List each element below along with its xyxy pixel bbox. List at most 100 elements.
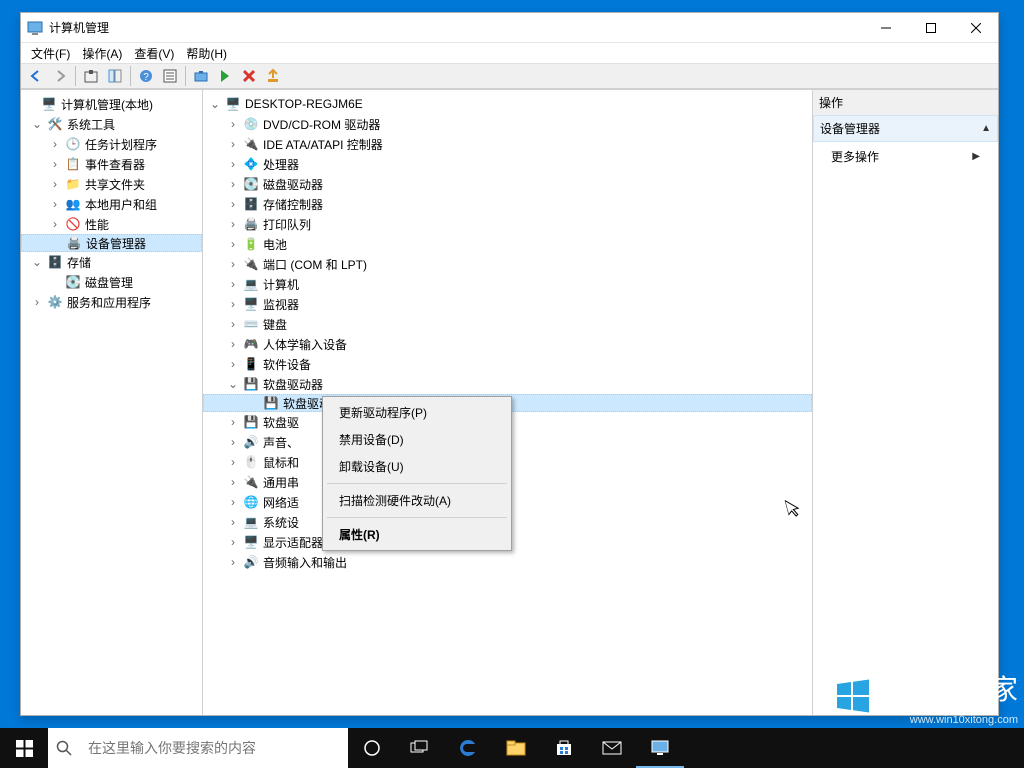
context-menu: 更新驱动程序(P) 禁用设备(D) 卸载设备(U) 扫描检测硬件改动(A) 属性… [322, 396, 512, 551]
printer-icon: 🖨️ [243, 216, 259, 232]
computer-mgmt-icon: 🖥️ [41, 96, 57, 112]
floppy-ctrl-icon: 💾 [243, 376, 259, 392]
cm-scan[interactable]: 扫描检测硬件改动(A) [325, 487, 509, 514]
cm-separator [327, 483, 507, 484]
actions-section[interactable]: 设备管理器 ▲ [813, 115, 998, 142]
pc-icon: 💻 [243, 276, 259, 292]
back-button[interactable] [25, 65, 47, 87]
device-cpu[interactable]: 💠处理器 [203, 154, 812, 174]
device-dvd[interactable]: 💿DVD/CD-ROM 驱动器 [203, 114, 812, 134]
services-icon: ⚙️ [47, 294, 63, 310]
monitor-icon: 🖥️ [243, 296, 259, 312]
search-icon [48, 740, 80, 756]
device-battery[interactable]: 🔋电池 [203, 234, 812, 254]
floppy-icon: 💾 [243, 414, 259, 430]
device-floppy-ctrl[interactable]: 💾软盘驱动器 [203, 374, 812, 394]
ide-icon: 🔌 [243, 136, 259, 152]
tree-task-scheduler[interactable]: 🕒任务计划程序 [21, 134, 202, 154]
device-storage-ctrl[interactable]: 🗄️存储控制器 [203, 194, 812, 214]
close-button[interactable] [953, 13, 998, 43]
update-driver-button[interactable] [262, 65, 284, 87]
computer-management-window: 计算机管理 文件(F) 操作(A) 查看(V) 帮助(H) [20, 12, 999, 716]
tree-services[interactable]: ⚙️服务和应用程序 [21, 292, 202, 312]
cm-disable[interactable]: 禁用设备(D) [325, 426, 509, 453]
cm-properties[interactable]: 属性(R) [325, 521, 509, 548]
cortana-icon[interactable] [348, 728, 396, 768]
menu-view[interactable]: 查看(V) [128, 43, 180, 64]
hid-icon: 🎮 [243, 336, 259, 352]
tree-disk-mgmt[interactable]: 💽磁盘管理 [21, 272, 202, 292]
cm-uninstall[interactable]: 卸载设备(U) [325, 453, 509, 480]
disk-drive-icon: 💽 [243, 176, 259, 192]
device-keyboard[interactable]: ⌨️键盘 [203, 314, 812, 334]
tree-local-users[interactable]: 👥本地用户和组 [21, 194, 202, 214]
port-icon: 🔌 [243, 256, 259, 272]
tree-shared-folders[interactable]: 📁共享文件夹 [21, 174, 202, 194]
taskbar-app-computer-mgmt[interactable] [636, 728, 684, 768]
uninstall-button[interactable] [238, 65, 260, 87]
device-print-queue[interactable]: 🖨️打印队列 [203, 214, 812, 234]
search-input[interactable] [80, 728, 348, 768]
toolbar-separator [75, 66, 76, 86]
device-hid[interactable]: 🎮人体学输入设备 [203, 334, 812, 354]
search-box[interactable] [48, 728, 348, 768]
console-tree-pane[interactable]: 🖥️计算机管理(本地) 🛠️系统工具 🕒任务计划程序 📋事件查看器 📁共享文件夹… [21, 90, 203, 715]
device-computer[interactable]: 💻计算机 [203, 274, 812, 294]
users-icon: 👥 [65, 196, 81, 212]
tree-performance[interactable]: 🚫性能 [21, 214, 202, 234]
device-audio-io[interactable]: 🔊音频输入和输出 [203, 552, 812, 572]
watermark-url: www.win10xitong.com [835, 714, 1018, 726]
show-hide-tree-button[interactable] [104, 65, 126, 87]
cm-separator [327, 517, 507, 518]
device-ide[interactable]: 🔌IDE ATA/ATAPI 控制器 [203, 134, 812, 154]
software-icon: 📱 [243, 356, 259, 372]
properties-button[interactable] [159, 65, 181, 87]
menu-help[interactable]: 帮助(H) [180, 43, 233, 64]
tree-device-manager[interactable]: 🖨️设备管理器 [21, 234, 202, 252]
menu-action[interactable]: 操作(A) [76, 43, 128, 64]
actions-pane: 操作 设备管理器 ▲ 更多操作 ▶ [812, 90, 998, 715]
file-explorer-icon[interactable] [492, 728, 540, 768]
enable-device-button[interactable] [214, 65, 236, 87]
minimize-button[interactable] [863, 13, 908, 43]
folder-share-icon: 📁 [65, 176, 81, 192]
disk-icon: 💽 [65, 274, 81, 290]
usb-icon: 🔌 [243, 474, 259, 490]
network-icon: 🌐 [243, 494, 259, 510]
windows-logo-icon [835, 678, 871, 714]
tree-event-viewer[interactable]: 📋事件查看器 [21, 154, 202, 174]
actions-more[interactable]: 更多操作 ▶ [813, 142, 998, 171]
edge-icon[interactable] [444, 728, 492, 768]
device-software[interactable]: 📱软件设备 [203, 354, 812, 374]
tree-system-tools[interactable]: 🛠️系统工具 [21, 114, 202, 134]
tree-storage[interactable]: 🗄️存储 [21, 252, 202, 272]
keyboard-icon: ⌨️ [243, 316, 259, 332]
mail-icon[interactable] [588, 728, 636, 768]
device-root[interactable]: 🖥️DESKTOP-REGJM6E [203, 94, 812, 114]
device-ports[interactable]: 🔌端口 (COM 和 LPT) [203, 254, 812, 274]
up-button[interactable] [80, 65, 102, 87]
window-title: 计算机管理 [49, 19, 863, 36]
actions-header: 操作 [813, 90, 998, 116]
forward-button[interactable] [49, 65, 71, 87]
toolbar: ? [21, 63, 998, 89]
storage-icon: 🗄️ [47, 254, 63, 270]
store-icon[interactable] [540, 728, 588, 768]
device-disk[interactable]: 💽磁盘驱动器 [203, 174, 812, 194]
system-icon: 💻 [243, 514, 259, 530]
app-icon [27, 20, 43, 36]
floppy-icon: 💾 [263, 395, 279, 411]
actions-more-label: 更多操作 [831, 148, 879, 165]
menu-file[interactable]: 文件(F) [25, 43, 76, 64]
device-monitor[interactable]: 🖥️监视器 [203, 294, 812, 314]
storage-ctrl-icon: 🗄️ [243, 196, 259, 212]
cm-update-driver[interactable]: 更新驱动程序(P) [325, 399, 509, 426]
collapse-icon[interactable]: ▲ [981, 123, 991, 134]
help-button[interactable]: ? [135, 65, 157, 87]
tree-root[interactable]: 🖥️计算机管理(本地) [21, 94, 202, 114]
scan-hardware-button[interactable] [190, 65, 212, 87]
device-mgr-icon: 🖨️ [66, 235, 82, 251]
start-button[interactable] [0, 728, 48, 768]
task-view-icon[interactable] [396, 728, 444, 768]
maximize-button[interactable] [908, 13, 953, 43]
